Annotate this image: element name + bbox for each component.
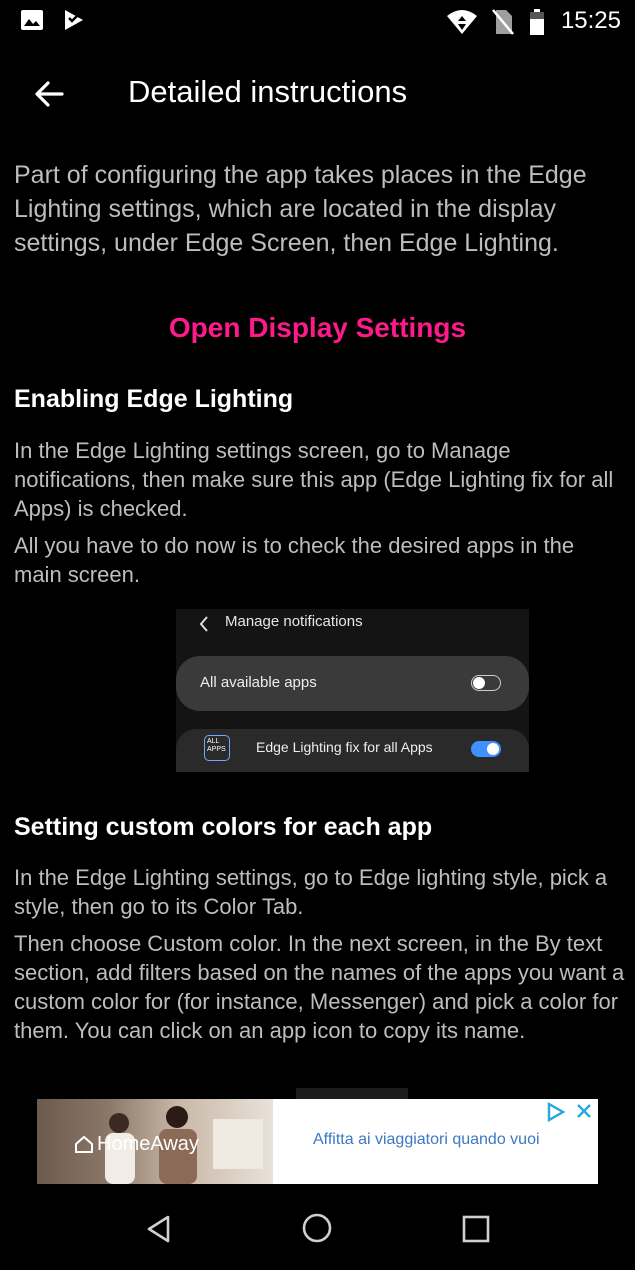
section1-paragraph-2: All you have to do now is to check the d… [14,533,575,587]
homeaway-logo-icon [74,1135,94,1158]
play-store-icon [62,8,86,37]
screenshot-header: Manage notifications [225,613,363,630]
section2-paragraph-1: In the Edge Lighting settings, go to Edg… [14,865,608,919]
section-heading-custom-colors: Setting custom colors for each app [14,813,433,841]
back-arrow-icon[interactable] [30,74,70,114]
section2-paragraph-2: Then choose Custom color. In the next sc… [14,931,625,1043]
intro-text: Part of configuring the app takes places… [14,161,587,257]
wifi-icon [446,8,478,41]
screenshot-row-edge-lighting: ALL APPS Edge Lighting fix for all Apps [176,729,529,772]
gallery-icon [20,8,44,37]
battery-icon [528,8,546,41]
page-title: Detailed instructions [128,74,408,109]
recents-square-icon[interactable] [461,1214,491,1249]
screenshot-row-edge-lighting-label: Edge Lighting fix for all Apps [256,739,433,755]
adchoices-icon[interactable] [545,1101,567,1128]
screenshot-row-all-apps-label: All available apps [200,674,317,691]
ad-banner[interactable]: HomeAway Affitta ai viaggiatori quando v… [37,1099,598,1184]
app-bar: Detailed instructions [0,58,635,128]
all-apps-app-icon: ALL APPS [204,735,230,761]
open-display-settings-link[interactable]: Open Display Settings [0,312,635,344]
navigation-bar [0,1190,635,1270]
no-sim-icon [491,8,515,41]
back-triangle-icon[interactable] [144,1214,174,1249]
ad-photo: HomeAway [37,1099,273,1184]
ad-close-icon[interactable] [575,1102,593,1125]
screenshot-row-all-apps: All available apps [176,656,529,711]
section1-paragraph-1: In the Edge Lighting settings screen, go… [14,438,614,521]
ad-brand: HomeAway [97,1133,199,1155]
manage-notifications-screenshot: Manage notifications All available apps … [176,609,529,772]
section-heading-enabling: Enabling Edge Lighting [14,385,294,413]
home-circle-icon[interactable] [301,1212,333,1249]
ad-text[interactable]: Affitta ai viaggiatori quando vuoi [313,1131,540,1149]
toggle-on-icon [471,741,501,757]
status-time: 15:25 [560,7,621,34]
status-bar: 15:25 [0,0,635,44]
chevron-left-icon [198,615,210,638]
toggle-off-icon [471,675,501,691]
